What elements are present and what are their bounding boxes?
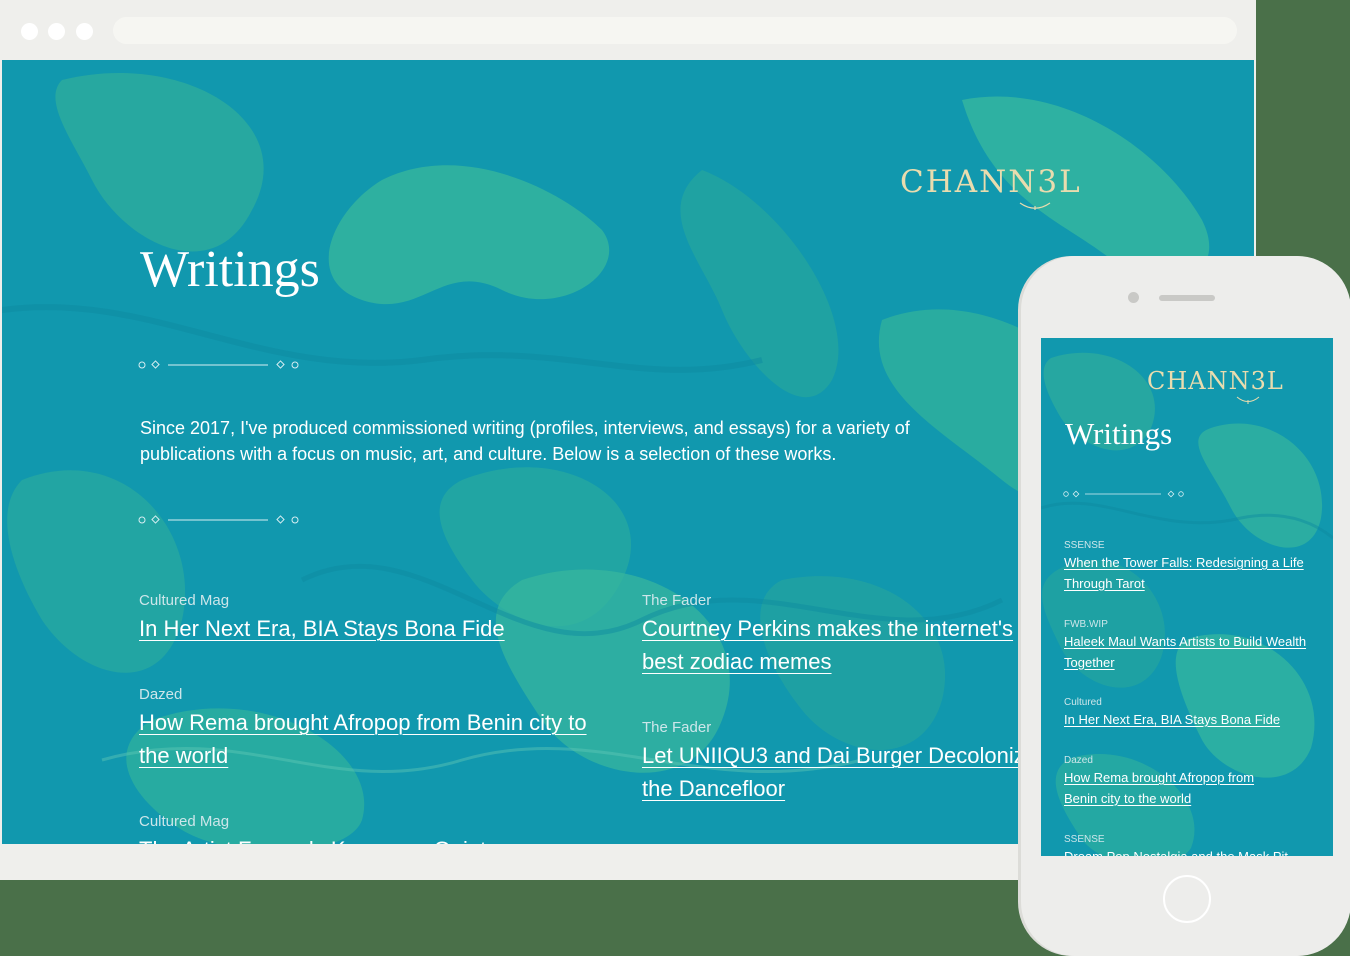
article-publication: Cultured — [1064, 697, 1102, 708]
mobile-article-item: Cultured In Her Next Era, BIA Stays Bona… — [1064, 697, 1314, 731]
window-close-dot-icon[interactable] — [21, 23, 38, 40]
article-link[interactable]: Courtney Perkins makes the internet's be… — [642, 612, 1042, 678]
phone-speaker-icon — [1159, 295, 1215, 301]
intro-text: Since 2017, I've produced commissioned w… — [140, 418, 910, 464]
article-publication: The Fader — [642, 719, 712, 736]
article-publication: FWB.WIP — [1064, 619, 1108, 630]
divider-ornament-icon — [1063, 490, 1184, 498]
article-link[interactable]: In Her Next Era, BIA Stays Bona Fide — [139, 612, 619, 645]
phone-camera-icon — [1128, 292, 1139, 303]
window-maximize-dot-icon[interactable] — [76, 23, 93, 40]
article-publication: Cultured Mag — [139, 592, 230, 609]
article-link[interactable]: Let UNIIQU3 and Dai Burger Decolonize th… — [642, 739, 1042, 805]
mobile-page-title: Writings — [1065, 416, 1173, 451]
article-item: The Fader Courtney Perkins makes the int… — [642, 592, 1042, 678]
logo-text: CHANN3L — [900, 164, 1082, 200]
article-item: Dazed How Rema brought Afropop from Beni… — [139, 686, 609, 772]
home-button-icon[interactable] — [1163, 875, 1211, 923]
mobile-article-item: Dazed How Rema brought Afropop from Beni… — [1064, 755, 1284, 809]
article-item: Cultured Mag The Artist Formerly Known a… — [139, 813, 619, 844]
article-publication: Dazed — [1064, 755, 1093, 766]
article-link[interactable]: In Her Next Era, BIA Stays Bona Fide — [1064, 710, 1314, 731]
article-publication: SSENSE — [1064, 834, 1105, 845]
divider-ornament-icon — [138, 515, 299, 524]
mobile-article-item: FWB.WIP Haleek Maul Wants Artists to Bui… — [1064, 619, 1314, 673]
mobile-channel-logo[interactable]: CHANN3L — [1147, 367, 1284, 404]
article-link[interactable]: The Artist Formerly Known as Quiet — [139, 833, 619, 844]
window-minimize-dot-icon[interactable] — [48, 23, 65, 40]
logo-flourish-icon — [1019, 202, 1051, 210]
mobile-article-item: SSENSE When the Tower Falls: Redesigning… — [1064, 540, 1314, 594]
mobile-page: CHANN3L Writings SSENSE When the Tower F… — [1041, 338, 1333, 856]
article-publication: Cultured Mag — [139, 813, 230, 830]
channel-logo[interactable]: CHANN3L — [900, 164, 1082, 210]
article-link[interactable]: Haleek Maul Wants Artists to Build Wealt… — [1064, 632, 1314, 673]
logo-flourish-icon — [1236, 396, 1260, 404]
address-bar[interactable] — [113, 17, 1237, 44]
browser-toolbar — [0, 0, 1256, 60]
page-title: Writings — [140, 241, 320, 298]
article-publication: The Fader — [642, 592, 712, 609]
logo-text: CHANN3L — [1147, 367, 1284, 395]
article-publication: Dazed — [139, 686, 183, 703]
phone-device: CHANN3L Writings SSENSE When the Tower F… — [1021, 256, 1350, 956]
article-link[interactable]: How Rema brought Afropop from Benin city… — [1064, 768, 1284, 809]
article-item: Cultured Mag In Her Next Era, BIA Stays … — [139, 592, 619, 645]
divider-ornament-icon — [138, 360, 299, 369]
article-link[interactable]: Dream Pop Nostalgia and the Mask Pit — [1064, 847, 1314, 856]
article-link[interactable]: How Rema brought Afropop from Benin city… — [139, 706, 609, 772]
article-link[interactable]: When the Tower Falls: Redesigning a Life… — [1064, 553, 1314, 594]
mobile-article-item: SSENSE Dream Pop Nostalgia and the Mask … — [1064, 834, 1314, 856]
article-publication: SSENSE — [1064, 540, 1105, 551]
article-item: The Fader Let UNIIQU3 and Dai Burger Dec… — [642, 719, 1042, 805]
